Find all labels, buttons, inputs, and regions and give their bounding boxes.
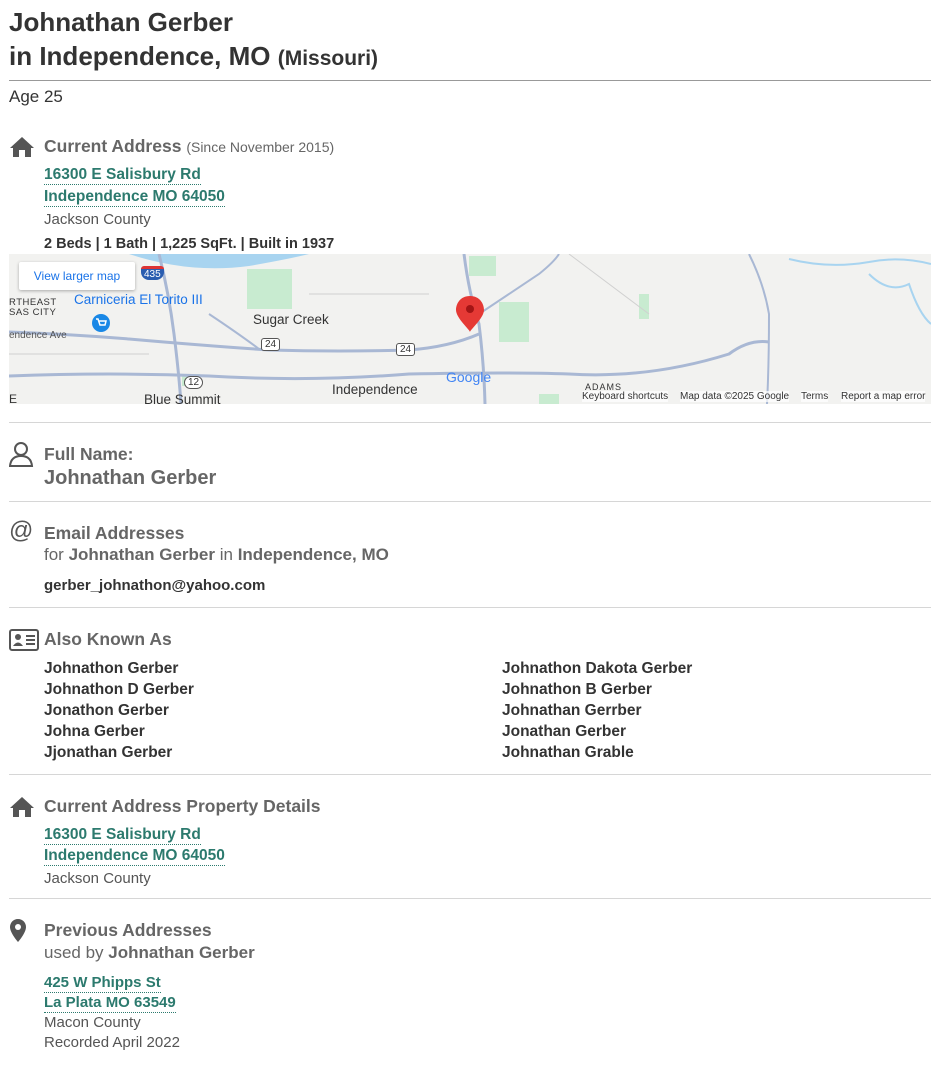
previous-county: Macon County (44, 1014, 141, 1031)
full-name-title: Full Name: (44, 444, 134, 464)
property-details-title: Current Address Property Details (44, 796, 321, 816)
map-label-independence-ave: endence Ave (9, 330, 67, 341)
aka-name: Johnathon B Gerber (502, 681, 652, 698)
map-creek (788, 258, 931, 266)
keyboard-shortcuts-link[interactable]: Keyboard shortcuts (582, 391, 669, 402)
aka-name: Jonathon Gerber (44, 702, 169, 719)
aka-name: Johnathan Grable (502, 744, 634, 761)
map-park (539, 394, 559, 404)
route-12-shield: 12 (184, 376, 204, 389)
map-label-edge: E (9, 392, 18, 404)
map-terms-link[interactable]: Terms (801, 391, 829, 402)
shopping-cart-icon[interactable] (92, 314, 110, 332)
current-address-title: Current Address (Since November 2015) (44, 136, 334, 157)
email-subtitle: for Johnathan Gerber in Independence, MO (44, 545, 389, 565)
home-icon (10, 797, 34, 817)
previous-subtitle: used by Johnathan Gerber (44, 943, 255, 963)
google-logo: Google (446, 369, 492, 385)
email-place: Independence, MO (237, 545, 389, 564)
map-creek (868, 273, 931, 325)
report-map-error-link[interactable]: Report a map error (841, 391, 926, 402)
map-road (208, 313, 260, 350)
since-date: (Since November 2015) (186, 139, 335, 155)
map-marker-icon (10, 919, 26, 942)
full-name-value: Johnathan Gerber (44, 467, 217, 489)
previous-street-link[interactable]: 425 W Phipps St (44, 974, 161, 993)
aka-name: Johnathon Dakota Gerber (502, 660, 693, 677)
email-title: Email Addresses (44, 523, 185, 543)
email-person-name: Johnathan Gerber (68, 545, 215, 564)
aka-title: Also Known As (44, 629, 172, 649)
map-park (639, 294, 649, 319)
map-park (247, 269, 292, 309)
current-address-label: Current Address (44, 136, 182, 156)
used-by-label: used by (44, 943, 104, 962)
title-divider (9, 80, 931, 81)
map-data-attribution: Map data ©2025 Google (680, 391, 790, 402)
previous-city-link[interactable]: La Plata MO 63549 (44, 994, 176, 1013)
at-sign-icon: @ (9, 517, 34, 544)
map-park (469, 256, 496, 276)
map-park (499, 302, 529, 342)
map-road (748, 254, 771, 404)
section-divider (9, 898, 931, 899)
property-specs: 2 Beds | 1 Bath | 1,225 SqFt. | Built in… (44, 236, 335, 252)
aka-name: Johnathon D Gerber (44, 681, 194, 698)
person-icon (9, 442, 34, 467)
current-address-city-link[interactable]: Independence MO 64050 (44, 188, 225, 207)
map-street (568, 254, 650, 315)
aka-name: Johna Gerber (44, 723, 145, 740)
current-address-county: Jackson County (44, 211, 151, 228)
page-title: Johnathan Gerber in Independence, MO (Mi… (9, 5, 378, 76)
person-location: in Independence, MO (9, 41, 271, 71)
map-label-independence: Independence (332, 382, 418, 397)
map-pin-dot (466, 305, 474, 313)
map-label-blue-summit: Blue Summit (144, 392, 221, 404)
property-city-link[interactable]: Independence MO 64050 (44, 847, 225, 866)
section-divider (9, 607, 931, 608)
aka-name: Jonathan Gerber (502, 723, 627, 740)
aka-name: Johnathan Gerrber (502, 702, 642, 719)
map-label-sugar-creek: Sugar Creek (253, 312, 329, 327)
view-larger-map-button[interactable]: View larger map (19, 262, 135, 290)
section-divider (9, 774, 931, 775)
section-divider (9, 501, 931, 502)
person-name: Johnathan Gerber (9, 7, 233, 37)
email-for-label: for (44, 545, 64, 564)
current-address-street-link[interactable]: 16300 E Salisbury Rd (44, 166, 201, 185)
aka-name: Johnathon Gerber (44, 660, 179, 677)
section-divider (9, 422, 931, 423)
id-card-icon (9, 629, 39, 651)
aka-name: Jjonathan Gerber (44, 744, 173, 761)
person-state: (Missouri) (277, 47, 379, 70)
person-age: Age 25 (9, 87, 63, 106)
route-24-shield: 24 (261, 338, 281, 351)
map-label-kansas-city: SAS CITY (9, 307, 57, 318)
email-address: gerber_johnathon@yahoo.com (44, 577, 266, 594)
home-icon (10, 137, 34, 157)
previous-addresses-title: Previous Addresses (44, 920, 212, 940)
map-label-carniceria[interactable]: Carniceria El Torito III (74, 292, 203, 307)
previous-recorded-date: Recorded April 2022 (44, 1034, 180, 1051)
map-road-12 (9, 340, 770, 381)
route-24-shield-2: 24 (396, 343, 416, 356)
property-street-link[interactable]: 16300 E Salisbury Rd (44, 826, 201, 845)
interstate-435-shield: 435 (141, 266, 164, 280)
property-county: Jackson County (44, 870, 151, 887)
location-map[interactable]: 435 24 24 12 View larger map RTHEAST SAS… (9, 254, 931, 404)
previous-person-name: Johnathan Gerber (108, 943, 255, 962)
email-in-label: in (219, 545, 233, 564)
